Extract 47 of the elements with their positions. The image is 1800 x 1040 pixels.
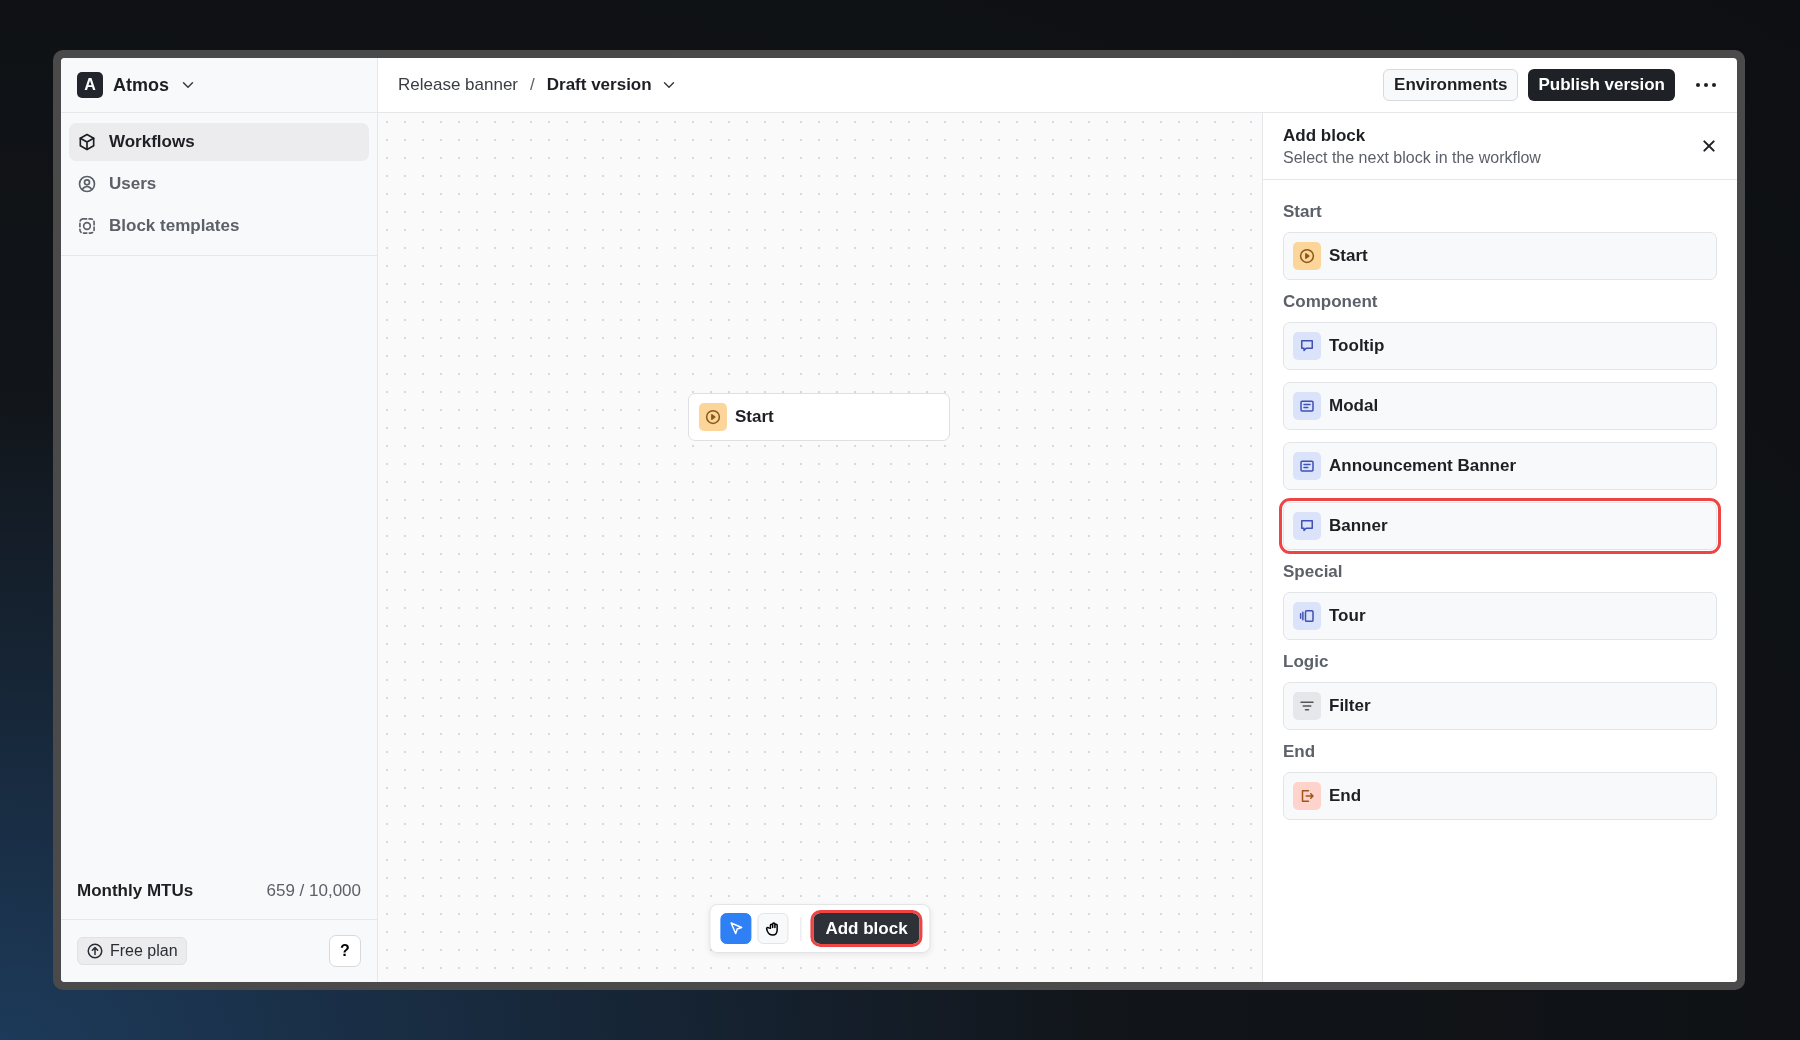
play-circle-tile-icon <box>1293 242 1321 270</box>
block-option[interactable]: End <box>1283 772 1717 820</box>
group-heading: Component <box>1283 292 1379 312</box>
usage-value: 659 / 10,000 <box>266 881 361 901</box>
speech-bubble-tile-icon <box>1293 512 1321 540</box>
block-option[interactable]: Tooltip <box>1283 322 1717 370</box>
version-dropdown[interactable]: Draft version <box>546 75 652 95</box>
help-button[interactable]: ? <box>329 935 361 967</box>
group-heading: Logic <box>1283 652 1330 672</box>
nav-item[interactable]: Users <box>69 165 369 203</box>
breadcrumb-link[interactable]: Release banner <box>398 75 519 95</box>
hand-tool-button[interactable] <box>757 913 789 944</box>
window-text-tile-icon <box>1293 452 1321 480</box>
usage-label: Monthly MTUs <box>77 881 194 901</box>
user-circle-icon <box>77 174 97 194</box>
slides-tile-icon <box>1293 602 1321 630</box>
dashed-square-icon <box>77 216 97 236</box>
close-button[interactable] <box>1701 138 1717 154</box>
window-text-tile-icon <box>1293 392 1321 420</box>
group-heading: End <box>1283 742 1317 762</box>
workspace-logo: A <box>77 72 103 98</box>
group-heading: Special <box>1283 562 1344 582</box>
more-icon[interactable] <box>1695 82 1717 88</box>
panel-subtitle: Select the next block in the workflow <box>1283 148 1541 167</box>
group-heading: Start <box>1283 202 1323 222</box>
add-block-button[interactable]: Add block <box>813 913 920 944</box>
nav-item[interactable]: Workflows <box>69 123 369 161</box>
plan-button[interactable]: Free plan <box>77 937 187 965</box>
block-option[interactable]: Announcement Banner <box>1283 442 1717 490</box>
speech-bubble-tile-icon <box>1293 332 1321 360</box>
block-option[interactable]: Filter <box>1283 682 1717 730</box>
play-circle-tile-icon <box>699 403 727 431</box>
block-option[interactable]: Start <box>1283 232 1717 280</box>
block-option[interactable]: Modal <box>1283 382 1717 430</box>
workflow-node[interactable]: Start <box>688 393 950 441</box>
workspace-switcher[interactable]: Atmos <box>113 74 169 96</box>
arrow-up-circle-icon <box>86 942 104 960</box>
environments-button[interactable]: Environments <box>1383 69 1519 101</box>
cube-icon <box>77 132 97 152</box>
filter-lines-tile-icon <box>1293 692 1321 720</box>
pointer-tool-button[interactable] <box>720 913 752 944</box>
block-option[interactable]: Tour <box>1283 592 1717 640</box>
nav-item[interactable]: Block templates <box>69 207 369 245</box>
exit-tile-icon <box>1293 782 1321 810</box>
breadcrumb-separator: / <box>530 75 535 95</box>
publish-button[interactable]: Publish version <box>1528 69 1675 101</box>
panel-title: Add block <box>1283 125 1367 146</box>
